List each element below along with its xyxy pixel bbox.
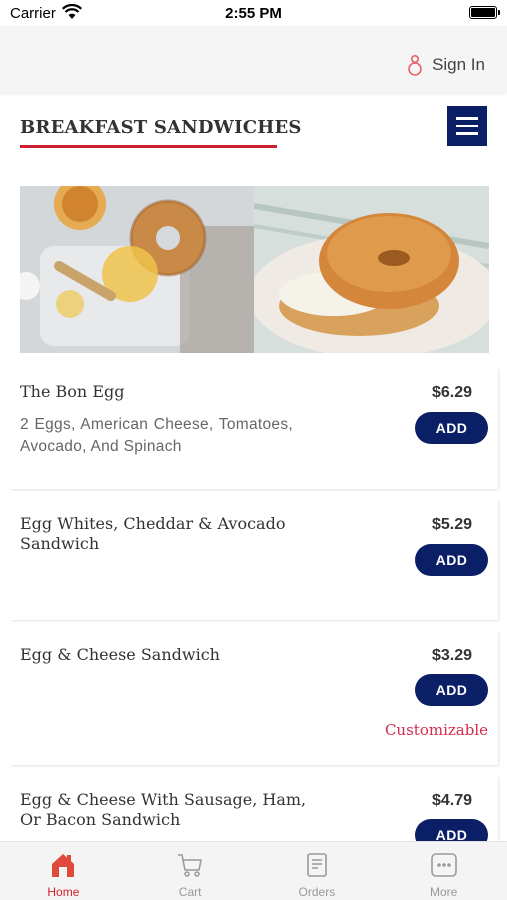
item-price: $3.29 <box>431 647 472 664</box>
add-button[interactable]: ADD <box>415 412 488 444</box>
item-description: 2 Eggs, American Cheese, Tomatoes, Avoca… <box>20 416 293 455</box>
tab-label: Orders <box>298 885 336 899</box>
add-button[interactable]: ADD <box>415 674 488 706</box>
title-underline <box>20 145 277 148</box>
item-name: Egg & Cheese With Sausage, Ham, Or Bacon… <box>20 790 307 829</box>
item-price: $6.29 <box>431 384 472 401</box>
category-banner-image <box>20 186 489 353</box>
item-price: $5.29 <box>431 516 472 533</box>
tab-more[interactable]: More <box>380 842 507 900</box>
sign-in-button[interactable]: Sign In <box>406 54 485 76</box>
item-name: Egg & Cheese Sandwich <box>20 645 220 664</box>
tab-label: More <box>429 885 458 899</box>
hamburger-menu-button[interactable] <box>447 106 487 146</box>
banner-bagel-cream-cheese-photo <box>254 186 489 353</box>
tab-home[interactable]: Home <box>0 842 127 900</box>
tab-label: Cart <box>178 885 202 899</box>
orders-icon <box>307 853 327 877</box>
battery-icon <box>469 6 497 19</box>
battery-tip <box>498 10 500 15</box>
status-time: 2:55 PM <box>225 5 282 22</box>
add-button[interactable]: ADD <box>415 544 488 576</box>
menu-item-card[interactable]: Egg Whites, Cheddar & Avocado Sandwich $… <box>10 500 498 620</box>
more-icon <box>430 853 457 877</box>
menu-item-card[interactable]: The Bon Egg 2 Eggs, American Cheese, Tom… <box>10 368 498 489</box>
tab-cart[interactable]: Cart <box>127 842 254 900</box>
user-icon <box>408 54 422 76</box>
cart-icon <box>178 854 202 877</box>
menu-line-icon <box>456 124 478 128</box>
sign-in-label: Sign In <box>432 55 485 74</box>
bottom-tab-bar: Home Cart Orders More <box>0 841 507 900</box>
status-bar: Carrier 2:55 PM <box>0 0 507 26</box>
tab-label: Home <box>47 885 80 899</box>
home-icon <box>52 854 75 877</box>
menu-line-icon <box>456 117 478 120</box>
menu-line-icon <box>456 132 478 135</box>
customizable-label[interactable]: Customizable <box>385 721 488 739</box>
banner-bagel-honey-photo <box>20 186 254 353</box>
section-title: BREAKFAST SANDWICHES <box>20 117 302 138</box>
item-name: The Bon Egg <box>20 382 125 401</box>
menu-item-card[interactable]: Egg & Cheese Sandwich $3.29 ADD Customiz… <box>10 631 498 765</box>
item-price: $4.79 <box>431 792 472 809</box>
item-name: Egg Whites, Cheddar & Avocado Sandwich <box>20 514 286 553</box>
tab-orders[interactable]: Orders <box>254 842 381 900</box>
app-header: Sign In <box>0 26 507 92</box>
